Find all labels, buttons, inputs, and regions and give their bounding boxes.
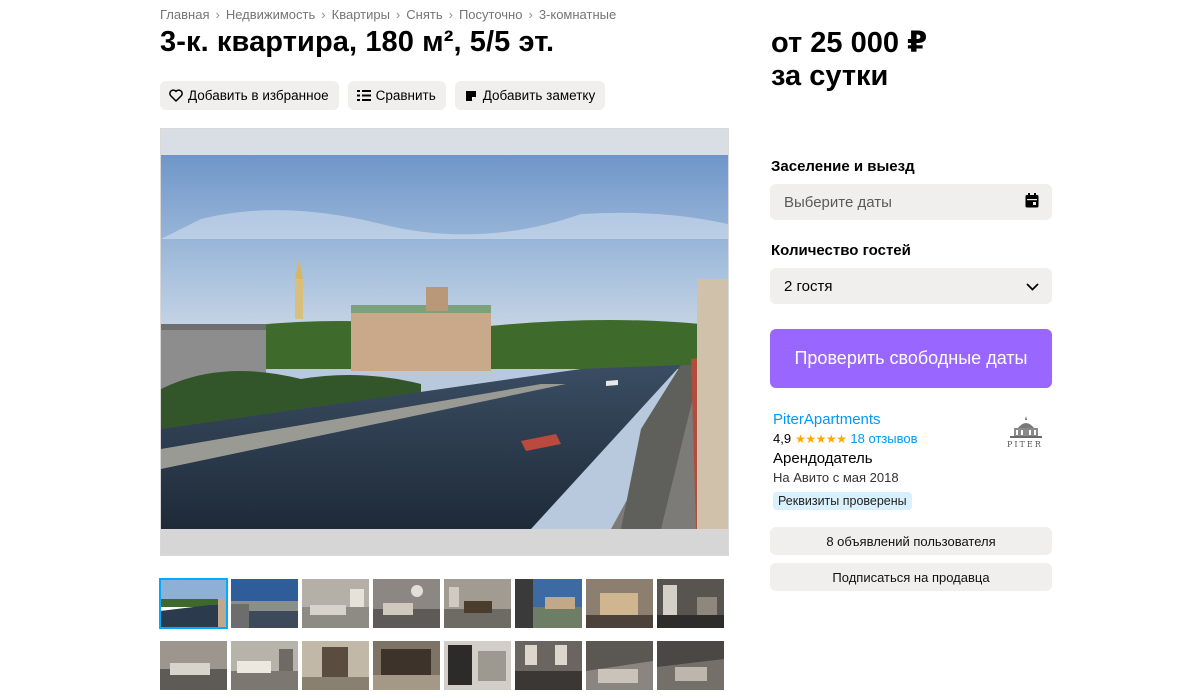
compare-icon <box>356 89 371 103</box>
dates-label: Заселение и выезд <box>771 158 915 175</box>
thumbnail-11[interactable] <box>302 641 369 690</box>
seller-logo-text: PITER <box>1007 440 1043 449</box>
thumbnail-3[interactable] <box>302 579 369 628</box>
thumbnail-6[interactable] <box>515 579 582 628</box>
guests-select[interactable]: 2 гостя <box>770 268 1052 304</box>
chevron-right-icon: › <box>321 7 326 22</box>
add-to-favorites-label: Добавить в избранное <box>188 88 329 103</box>
thumbnail-7[interactable] <box>586 579 653 628</box>
thumbnail-13[interactable] <box>444 641 511 690</box>
add-note-button[interactable]: Добавить заметку <box>454 81 606 110</box>
seller-listings-button[interactable]: 8 объявлений пользователя <box>770 527 1052 555</box>
thumbnail-5[interactable] <box>444 579 511 628</box>
thumbnail-8[interactable] <box>657 579 724 628</box>
note-icon <box>464 89 478 103</box>
breadcrumb: Главная › Недвижимость › Квартиры › Снят… <box>160 7 616 22</box>
price-value: от 25 000 ₽ <box>771 27 928 59</box>
thumbnail-row-1 <box>159 578 724 629</box>
chevron-right-icon: › <box>215 7 220 22</box>
page-title: 3-к. квартира, 180 м², 5/5 эт. <box>160 26 555 58</box>
seller-since: На Авито с мая 2018 <box>773 470 899 485</box>
seller-logo[interactable] <box>1000 414 1052 456</box>
chevron-down-icon <box>1026 278 1039 295</box>
reviews-link[interactable]: 18 отзывов <box>850 431 917 446</box>
subscribe-seller-button[interactable]: Подписаться на продавца <box>770 563 1052 591</box>
thumbnail-2[interactable] <box>231 579 298 628</box>
verified-badge: Реквизиты проверены <box>773 492 912 510</box>
dates-placeholder: Выберите даты <box>784 193 892 211</box>
thumbnail-10[interactable] <box>231 641 298 690</box>
thumbnail-12[interactable] <box>373 641 440 690</box>
thumbnail-16[interactable] <box>657 641 724 690</box>
heart-icon <box>169 89 183 103</box>
price: от 25 000 ₽ за сутки <box>771 27 927 93</box>
thumbnail-4[interactable] <box>373 579 440 628</box>
compare-label: Сравнить <box>375 88 436 103</box>
rating-value: 4,9 <box>773 431 792 446</box>
listing-actions: Добавить в избранное Сравнить Добавить з… <box>160 81 606 110</box>
breadcrumb-rent[interactable]: Снять <box>406 7 442 22</box>
breadcrumb-daily[interactable]: Посуточно <box>459 7 523 22</box>
seller-role: Арендодатель <box>773 450 873 467</box>
breadcrumb-3-rooms[interactable]: 3-комнатные <box>539 7 616 22</box>
seller-name-link[interactable]: PiterApartments <box>773 411 881 428</box>
check-availability-button[interactable]: Проверить свободные даты <box>770 329 1052 388</box>
dates-field[interactable]: Выберите даты <box>770 184 1052 220</box>
thumbnail-1[interactable] <box>159 578 228 629</box>
add-note-label: Добавить заметку <box>482 88 596 103</box>
breadcrumb-home[interactable]: Главная <box>160 7 209 22</box>
guests-label: Количество гостей <box>771 242 911 259</box>
price-period: за сутки <box>771 60 889 92</box>
main-photo[interactable] <box>160 128 729 556</box>
star-rating-icon: ★★★★★ <box>795 431 847 446</box>
breadcrumb-apartments[interactable]: Квартиры <box>332 7 390 22</box>
thumbnail-9[interactable] <box>160 641 227 690</box>
add-to-favorites-button[interactable]: Добавить в избранное <box>160 81 339 110</box>
chevron-right-icon: › <box>528 7 533 22</box>
compare-button[interactable]: Сравнить <box>347 81 446 110</box>
chevron-right-icon: › <box>395 7 401 22</box>
thumbnail-row-2 <box>160 641 724 690</box>
thumbnail-15[interactable] <box>586 641 653 690</box>
breadcrumb-real-estate[interactable]: Недвижимость <box>226 7 315 22</box>
seller-rating: 4,9 ★★★★★ 18 отзывов <box>773 431 918 446</box>
calendar-icon <box>1025 192 1039 212</box>
chevron-right-icon: › <box>448 7 453 22</box>
thumbnail-14[interactable] <box>515 641 582 690</box>
guests-value: 2 гостя <box>784 277 833 295</box>
